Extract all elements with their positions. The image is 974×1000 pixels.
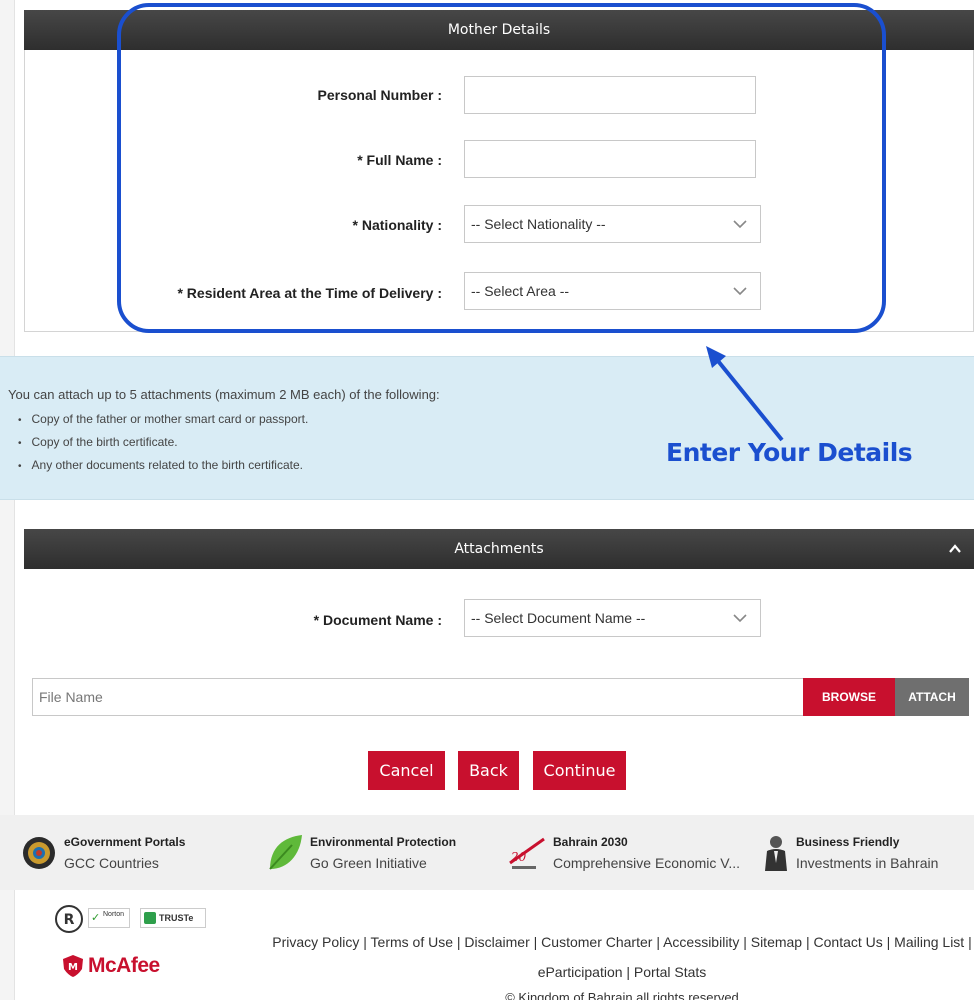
personal-number-label: Personal Number : — [317, 87, 442, 103]
footer-links-band: eGovernment Portals GCC Countries Enviro… — [0, 815, 974, 890]
footer-item-sub: Investments in Bahrain — [796, 855, 939, 871]
mcafee-seal-label: McAfee — [88, 954, 160, 977]
mcafee-seal: M McAfee — [62, 952, 202, 982]
truste-seal: TRUSTe — [140, 908, 206, 928]
nationality-select-value: -- Select Nationality -- — [471, 216, 606, 232]
back-button[interactable]: Back — [458, 751, 519, 790]
footer-item-sub: GCC Countries — [64, 855, 159, 871]
full-name-input[interactable] — [464, 140, 756, 178]
footer-links-line1[interactable]: Privacy Policy | Terms of Use | Disclaim… — [270, 927, 974, 957]
document-name-select[interactable]: -- Select Document Name -- — [464, 599, 761, 637]
file-name-input[interactable]: File Name — [32, 678, 804, 716]
file-name-placeholder: File Name — [39, 689, 103, 705]
full-name-label: * Full Name : — [357, 152, 442, 168]
footer-item-title: Business Friendly — [796, 835, 900, 849]
attachment-info-box: You can attach up to 5 attachments (maxi… — [0, 356, 974, 500]
annotation-text: Enter Your Details — [666, 438, 913, 467]
chevron-down-icon — [733, 614, 747, 623]
mother-details-header: Mother Details — [24, 10, 974, 50]
annotation-arrow-icon — [706, 346, 784, 442]
mother-details-title: Mother Details — [447, 22, 551, 38]
document-name-label: * Document Name : — [313, 612, 442, 628]
continue-button[interactable]: Continue — [533, 751, 626, 790]
footer-links-line2[interactable]: eParticipation | Portal Stats — [270, 957, 974, 987]
nationality-select[interactable]: -- Select Nationality -- — [464, 205, 761, 243]
bahrain-2030-icon: 20 — [509, 837, 545, 869]
norton-seal: ✓ Norton — [88, 908, 130, 928]
attach-button[interactable]: ATTACH — [895, 678, 969, 716]
truste-seal-label: TRUSTe — [159, 913, 194, 923]
file-upload-row: File Name BROWSE ATTACH — [32, 678, 969, 716]
chevron-down-icon — [733, 220, 747, 229]
chevron-up-icon[interactable] — [948, 543, 962, 555]
footer-item-title: eGovernment Portals — [64, 835, 186, 849]
attachments-header[interactable]: Attachments — [24, 529, 974, 569]
footer-item-title: Bahrain 2030 — [553, 835, 628, 849]
svg-text:R: R — [64, 912, 75, 928]
trust-seals: R ✓ Norton TRUSTe M McAfee — [54, 904, 234, 994]
attachments-title: Attachments — [454, 541, 544, 557]
cancel-button[interactable]: Cancel — [368, 751, 445, 790]
mcafee-shield-icon: M — [63, 955, 83, 977]
attachment-info-intro: You can attach up to 5 attachments (maxi… — [8, 387, 440, 402]
nationality-label: * Nationality : — [352, 217, 442, 233]
list-item: Copy of the birth certificate. — [18, 434, 308, 457]
businessman-icon — [765, 836, 787, 871]
copyright-text: © Kingdom of Bahrain all rights reserved — [505, 990, 739, 1000]
attachment-info-list: Copy of the father or mother smart card … — [18, 411, 309, 480]
personal-number-input[interactable] — [464, 76, 756, 114]
resident-area-select[interactable]: -- Select Area -- — [464, 272, 761, 310]
svg-text:20: 20 — [510, 850, 527, 864]
footer-item-gcc[interactable]: eGovernment Portals GCC Countries — [22, 829, 242, 879]
list-item: Any other documents related to the birth… — [18, 457, 308, 480]
registered-seal-icon: R — [55, 905, 83, 933]
resident-area-label: * Resident Area at the Time of Delivery … — [177, 285, 442, 301]
footer-item-green[interactable]: Environmental Protection Go Green Initia… — [266, 829, 486, 879]
browse-button[interactable]: BROWSE — [803, 678, 895, 716]
svg-text:M: M — [68, 962, 78, 973]
gcc-emblem-icon — [23, 837, 55, 869]
chevron-down-icon — [733, 287, 747, 296]
footer-item-sub: Go Green Initiative — [310, 855, 427, 871]
leaf-icon — [269, 835, 302, 870]
footer-item-sub: Comprehensive Economic V... — [553, 855, 741, 871]
list-item: Copy of the father or mother smart card … — [18, 411, 309, 434]
footer-item-business[interactable]: Business Friendly Investments in Bahrain — [762, 829, 962, 879]
footer-item-bahrain-2030[interactable]: 20 Bahrain 2030 Comprehensive Economic V… — [508, 829, 748, 879]
footer-bottom-links: Privacy Policy | Terms of Use | Disclaim… — [270, 927, 974, 1000]
footer-item-title: Environmental Protection — [310, 835, 457, 849]
document-name-select-value: -- Select Document Name -- — [471, 610, 646, 626]
norton-seal-label: Norton — [103, 911, 125, 918]
resident-area-select-value: -- Select Area -- — [471, 283, 570, 299]
